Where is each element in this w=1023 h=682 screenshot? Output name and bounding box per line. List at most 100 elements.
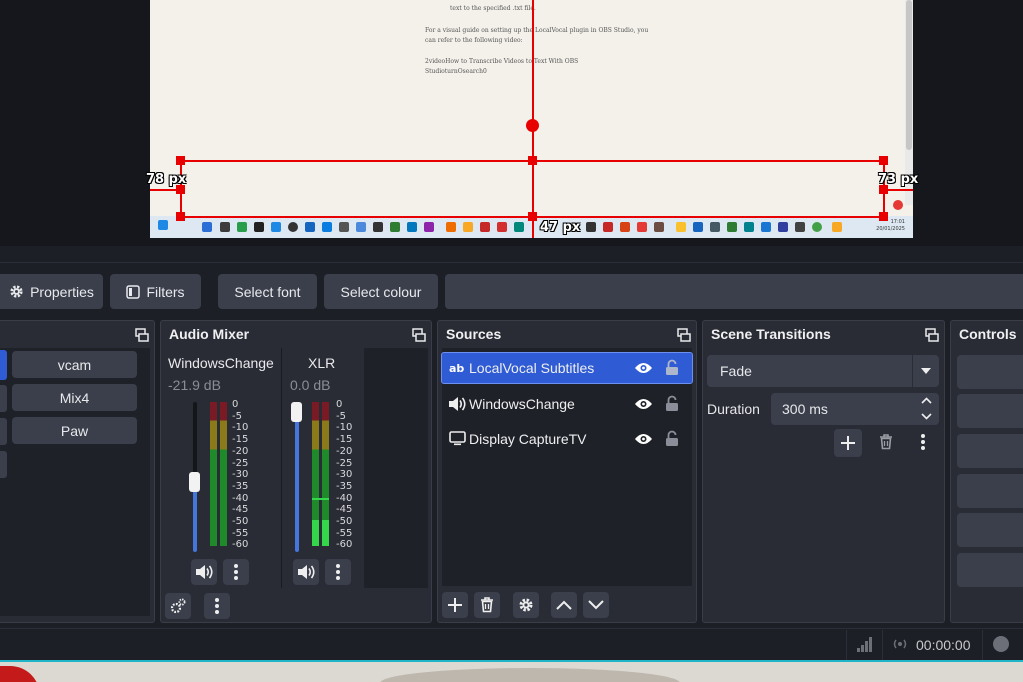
scene-item[interactable] <box>0 385 7 412</box>
trash-icon[interactable] <box>879 434 893 450</box>
app-icon <box>463 222 473 232</box>
advanced-audio-button[interactable] <box>165 593 191 619</box>
control-button[interactable] <box>957 355 1023 389</box>
add-source-button[interactable] <box>442 592 468 618</box>
app-icon <box>254 222 264 232</box>
resize-handle-bottom-left[interactable] <box>176 212 185 221</box>
source-properties-button[interactable] <box>513 592 539 618</box>
control-button[interactable] <box>957 474 1023 508</box>
properties-button[interactable]: Properties <box>0 274 103 309</box>
app-icon <box>710 222 720 232</box>
eye-icon[interactable] <box>634 432 653 446</box>
remove-source-button[interactable] <box>474 592 500 618</box>
undock-icon[interactable] <box>412 328 426 342</box>
control-button[interactable] <box>957 434 1023 468</box>
dropdown-arrow-icon <box>921 368 931 374</box>
plus-icon <box>448 598 462 612</box>
spin-up-icon[interactable] <box>921 397 932 404</box>
mixer-empty-area <box>364 348 428 588</box>
divider <box>982 630 983 660</box>
properties-label: Properties <box>30 283 94 300</box>
transition-select[interactable]: Fade <box>707 355 939 387</box>
mute-button[interactable] <box>191 559 217 585</box>
scene-button-paw[interactable]: Paw <box>12 417 137 444</box>
text-input-area[interactable] <box>445 274 1023 309</box>
channel-name: WindowsChange <box>168 355 274 371</box>
source-name: LocalVocal Subtitles <box>469 360 595 376</box>
app-icon <box>271 222 281 232</box>
lock-icon[interactable] <box>665 359 679 376</box>
add-transition-button[interactable] <box>834 429 862 457</box>
divider <box>0 262 1023 263</box>
select-font-button[interactable]: Select font <box>218 274 317 309</box>
select-font-label: Select font <box>234 283 301 300</box>
scene-selected-indicator[interactable] <box>0 350 7 380</box>
guide-line-vertical <box>532 0 534 126</box>
select-colour-button[interactable]: Select colour <box>324 274 438 309</box>
gear-icon <box>10 285 23 298</box>
source-name: WindowsChange <box>469 396 575 412</box>
channel-name: XLR <box>308 355 336 371</box>
app-icon <box>446 222 456 232</box>
right-distance-label: 73 px <box>878 172 919 187</box>
move-source-up-button[interactable] <box>551 592 577 618</box>
move-source-down-button[interactable] <box>583 592 609 618</box>
channel-level: -21.9 dB <box>168 377 221 393</box>
resize-handle-top-right[interactable] <box>879 156 888 165</box>
divider <box>281 348 282 588</box>
control-button[interactable] <box>957 513 1023 547</box>
channel-menu-button[interactable] <box>325 559 351 585</box>
scene-button-vcam[interactable]: vcam <box>12 351 137 378</box>
transition-select-value: Fade <box>720 363 752 379</box>
vscode-icon <box>322 222 332 232</box>
resize-handle-bottom[interactable] <box>528 212 537 221</box>
spin-down-icon[interactable] <box>921 413 932 420</box>
divider <box>882 630 883 660</box>
more-vertical-icon <box>336 564 340 580</box>
whatsapp-icon <box>812 222 822 232</box>
control-button[interactable] <box>957 553 1023 587</box>
document-scroll-thumb <box>906 0 912 150</box>
scene-button-mix4[interactable]: Mix4 <box>12 384 137 411</box>
volume-fader-handle[interactable] <box>291 402 302 422</box>
bbox-center-line <box>532 126 534 218</box>
obs-icon <box>288 222 298 232</box>
undock-icon[interactable] <box>677 328 691 342</box>
speaker-icon <box>298 565 315 579</box>
scene-item[interactable] <box>0 418 7 445</box>
mute-button[interactable] <box>293 559 319 585</box>
controls-title: Controls <box>959 326 1017 342</box>
eye-icon[interactable] <box>634 397 653 411</box>
volume-meter <box>312 402 319 546</box>
lock-icon[interactable] <box>665 430 679 447</box>
app-icon <box>637 222 647 232</box>
eye-icon[interactable] <box>634 361 653 375</box>
left-distance-label: 78 px <box>146 172 187 187</box>
source-name: Display CaptureTV <box>469 431 587 447</box>
more-vertical-icon[interactable] <box>921 434 925 450</box>
volume-fader-handle[interactable] <box>189 472 200 492</box>
undock-icon[interactable] <box>135 328 149 342</box>
scene-item[interactable] <box>0 451 7 478</box>
channel-menu-button[interactable] <box>223 559 249 585</box>
desktop-background <box>0 660 1023 682</box>
mixer-menu-button[interactable] <box>204 593 230 619</box>
filters-label: Filters <box>146 283 185 300</box>
chevron-down-icon <box>588 600 604 610</box>
resize-handle-top[interactable] <box>528 156 537 165</box>
doc-line: 2videoHow to Transcribe Videos to Text W… <box>425 58 579 65</box>
control-button[interactable] <box>957 394 1023 428</box>
resize-handle-bottom-right[interactable] <box>879 212 888 221</box>
resize-handle-top-left[interactable] <box>176 156 185 165</box>
db-scale: 0 -5 -10 -15 -20 -25 -30 -35 -40 -45 -50 -55 -60 <box>232 399 249 551</box>
duration-value: 300 ms <box>782 401 828 417</box>
duration-spinbox[interactable]: 300 ms <box>771 393 939 425</box>
app-icon <box>514 222 524 232</box>
filters-button[interactable]: Filters <box>110 274 201 309</box>
app-icon <box>693 222 703 232</box>
trash-icon <box>481 597 493 613</box>
monitor-icon <box>449 431 466 446</box>
undock-icon[interactable] <box>925 328 939 342</box>
app-icon <box>356 222 366 232</box>
lock-icon[interactable] <box>665 395 679 412</box>
